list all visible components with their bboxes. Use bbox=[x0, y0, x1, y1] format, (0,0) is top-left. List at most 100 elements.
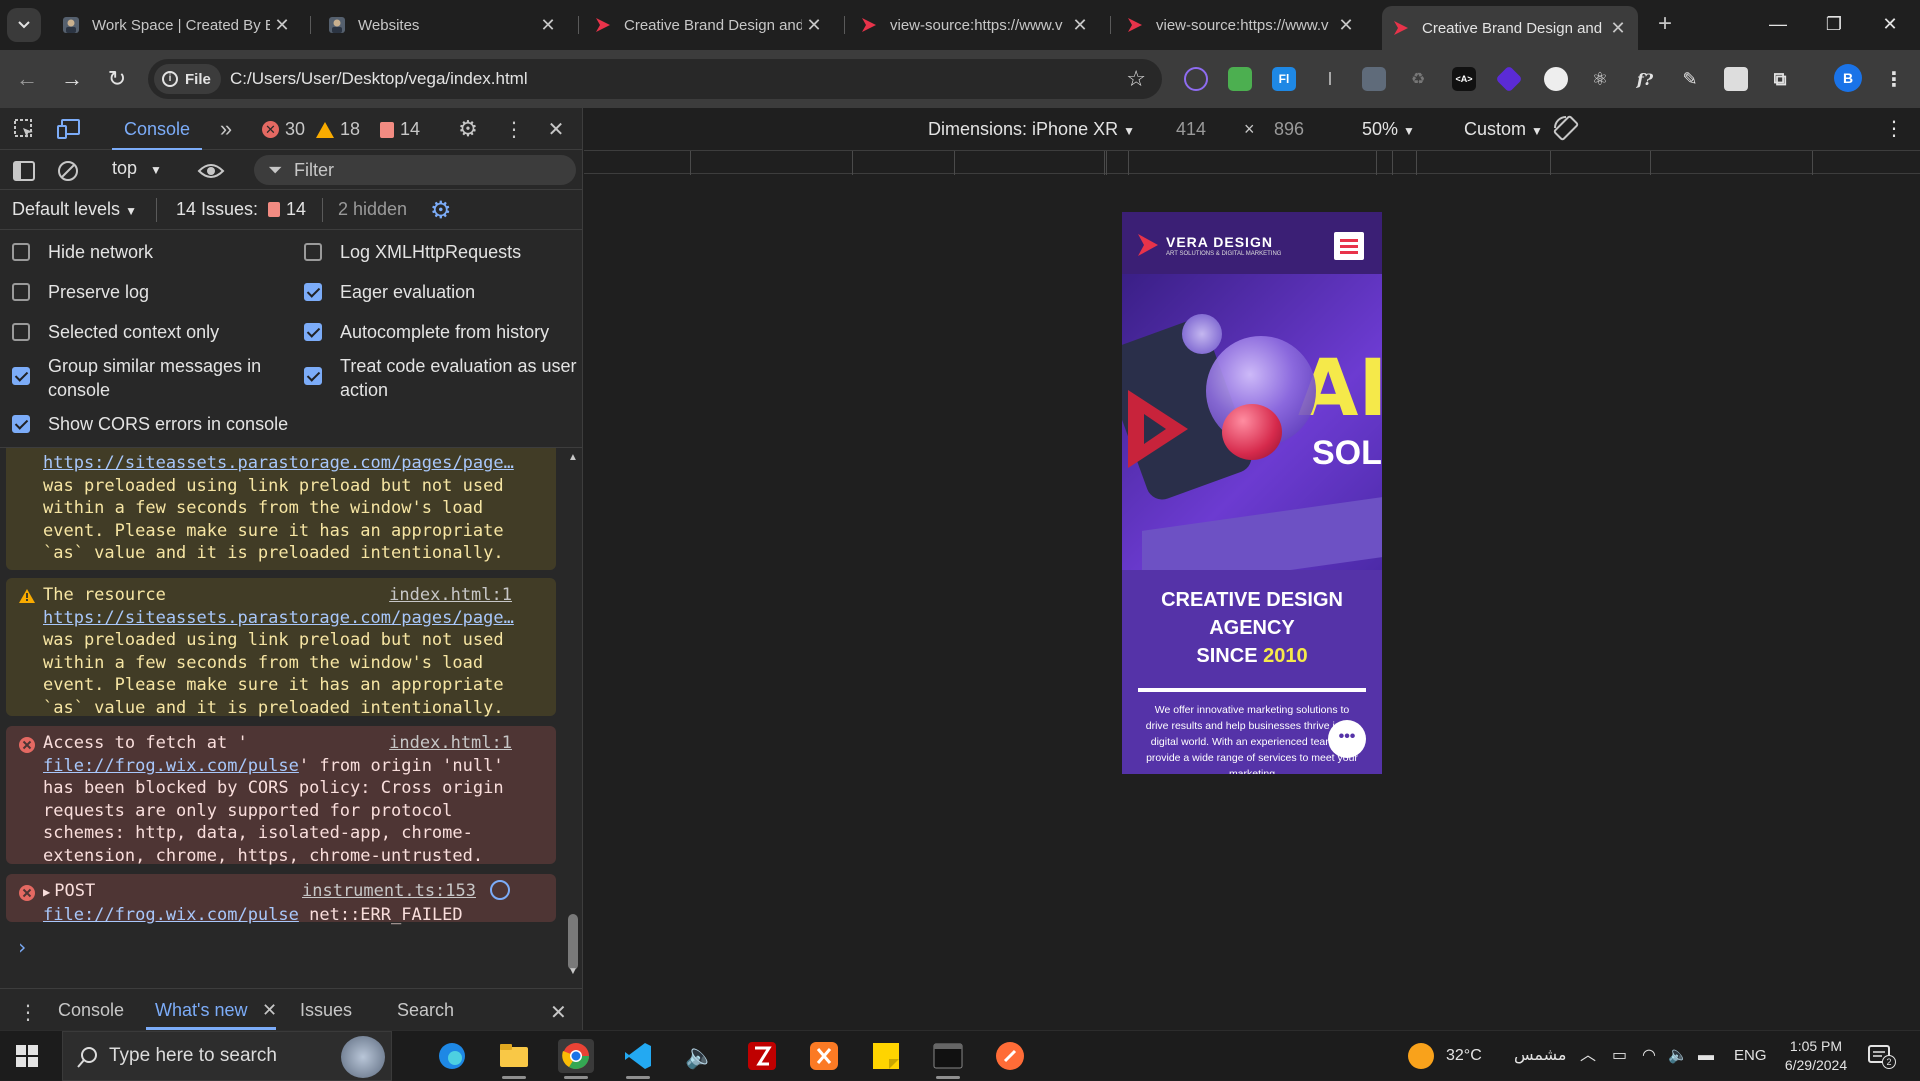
site-info-chip[interactable]: i File bbox=[154, 64, 221, 94]
setting-group-similar[interactable]: Group similar messages in console bbox=[0, 354, 268, 402]
extension-icon[interactable]: I bbox=[1318, 67, 1342, 91]
clear-console-icon[interactable] bbox=[56, 160, 80, 182]
error-count-badge[interactable]: ✕ 30 bbox=[262, 119, 305, 140]
battery-icon[interactable]: ▬ bbox=[1698, 1031, 1714, 1081]
filezilla-icon[interactable] bbox=[744, 1039, 780, 1073]
tab-close-icon[interactable]: ✕ bbox=[536, 15, 560, 36]
more-options-icon[interactable]: ⋮ bbox=[502, 118, 526, 141]
extensions-puzzle-icon[interactable]: ⧉ bbox=[1768, 67, 1792, 91]
expand-triangle-icon[interactable]: ▶ bbox=[43, 885, 50, 899]
vscode-icon[interactable] bbox=[620, 1039, 656, 1079]
close-window-button[interactable]: ✕ bbox=[1864, 8, 1916, 40]
tab-search-button[interactable] bbox=[7, 8, 41, 42]
sidebar-toggle-icon[interactable] bbox=[12, 160, 36, 182]
setting-autocomplete-history[interactable]: Autocomplete from history bbox=[292, 320, 582, 344]
forward-button[interactable]: → bbox=[55, 62, 89, 96]
hamburger-menu-button[interactable] bbox=[1334, 232, 1364, 260]
windows-start-icon[interactable] bbox=[16, 1045, 38, 1067]
more-menu-icon[interactable]: ⋮ bbox=[1882, 67, 1906, 91]
checkbox[interactable] bbox=[12, 243, 30, 261]
close-drawer-icon[interactable]: ✕ bbox=[550, 1000, 567, 1025]
weather-sun-icon[interactable] bbox=[1408, 1043, 1434, 1069]
checkbox-checked[interactable] bbox=[12, 367, 30, 385]
extension-icon[interactable]: Fl bbox=[1272, 67, 1296, 91]
console-prompt[interactable]: › bbox=[16, 936, 28, 959]
tab-console[interactable]: Console bbox=[112, 108, 203, 150]
clock[interactable]: 1:05 PM 6/29/2024 bbox=[1776, 1037, 1856, 1075]
extension-icon[interactable] bbox=[1362, 67, 1386, 91]
console-error-message[interactable]: ▶ POST instrument.ts:153 file://frog.wix.… bbox=[6, 874, 556, 925]
browser-tab[interactable]: view-source:https://www.v ✕ bbox=[850, 8, 1100, 42]
checkbox[interactable] bbox=[12, 323, 30, 341]
speaker-app-icon[interactable]: 🔈 bbox=[682, 1039, 718, 1073]
drawer-tab-close-icon[interactable]: ✕ bbox=[262, 1000, 277, 1021]
message-source-link[interactable]: index.html:1 bbox=[389, 584, 512, 607]
wifi-icon[interactable]: ◠ bbox=[1642, 1031, 1656, 1081]
new-tab-button[interactable]: + bbox=[1650, 10, 1680, 40]
tab-close-icon[interactable]: ✕ bbox=[270, 15, 294, 36]
minimize-button[interactable]: — bbox=[1752, 8, 1804, 40]
scrollbar-thumb[interactable] bbox=[568, 914, 578, 970]
tab-close-icon[interactable]: ✕ bbox=[802, 15, 826, 36]
live-expression-eye-icon[interactable] bbox=[196, 160, 226, 182]
browser-tab[interactable]: Creative Brand Design and ✕ bbox=[584, 8, 834, 42]
checkbox-checked[interactable] bbox=[12, 415, 30, 433]
device-toggle-icon[interactable] bbox=[57, 118, 81, 140]
taskbar-search-box[interactable]: Type here to search bbox=[62, 1031, 392, 1081]
height-input[interactable]: 896 bbox=[1274, 119, 1304, 140]
log-levels-dropdown[interactable]: Default levels ▼ bbox=[12, 199, 137, 220]
more-tabs-icon[interactable]: » bbox=[214, 116, 238, 141]
volume-icon[interactable]: 🔈 bbox=[1668, 1031, 1688, 1081]
setting-treat-code-eval[interactable]: Treat code evaluation as user action bbox=[292, 354, 580, 402]
filter-input[interactable]: ⏷ Filter bbox=[254, 155, 576, 185]
message-source-link[interactable]: instrument.ts:153 bbox=[302, 880, 476, 903]
setting-selected-context[interactable]: Selected context only bbox=[0, 320, 290, 344]
scroll-up-icon[interactable]: ▲ bbox=[568, 452, 578, 463]
file-explorer-icon[interactable] bbox=[496, 1039, 532, 1079]
settings-gear-icon[interactable]: ⚙ bbox=[456, 116, 480, 141]
checkbox[interactable] bbox=[12, 283, 30, 301]
xampp-icon[interactable] bbox=[806, 1039, 842, 1073]
chat-bubble-button[interactable]: ••• bbox=[1328, 720, 1366, 758]
sticky-notes-icon[interactable] bbox=[868, 1039, 904, 1073]
address-url[interactable]: C:/Users/User/Desktop/vega/index.html bbox=[230, 69, 528, 89]
rotate-icon[interactable] bbox=[1552, 114, 1580, 142]
context-selector[interactable]: top ▼ bbox=[112, 158, 162, 179]
weather-description[interactable]: مشمس bbox=[1514, 1031, 1567, 1081]
browser-tab[interactable]: Work Space | Created By Er ✕ bbox=[52, 8, 302, 42]
issues-count-badge[interactable]: 14 bbox=[380, 119, 420, 140]
console-scrollbar[interactable]: ▲ ▼ bbox=[566, 448, 580, 978]
close-devtools-icon[interactable]: ✕ bbox=[544, 118, 568, 141]
bookmark-star-icon[interactable]: ☆ bbox=[1126, 66, 1146, 92]
language-indicator[interactable]: ENG bbox=[1734, 1031, 1767, 1081]
width-input[interactable]: 414 bbox=[1176, 119, 1206, 140]
drawer-tab-search[interactable]: Search bbox=[397, 1000, 454, 1021]
tab-close-icon[interactable]: ✕ bbox=[1334, 15, 1358, 36]
console-warning-message[interactable]: The resource index.html:1 https://siteas… bbox=[6, 578, 556, 718]
resource-link[interactable]: https://siteassets.parastorage.com/pages… bbox=[43, 453, 514, 473]
browser-tab-active[interactable]: Creative Brand Design and ✕ bbox=[1382, 6, 1638, 50]
zoom-selector[interactable]: 50% ▼ bbox=[1362, 119, 1415, 140]
back-button[interactable]: ← bbox=[10, 62, 44, 96]
setting-show-cors-errors[interactable]: Show CORS errors in console bbox=[0, 412, 300, 436]
extension-icon[interactable] bbox=[1228, 67, 1252, 91]
checkbox-checked[interactable] bbox=[304, 323, 322, 341]
setting-hide-network[interactable]: Hide network bbox=[0, 240, 290, 264]
extension-icon[interactable]: f? bbox=[1633, 67, 1657, 91]
eyedropper-icon[interactable]: ✎ bbox=[1678, 67, 1702, 91]
postman-icon[interactable] bbox=[992, 1039, 1028, 1073]
console-settings-gear-icon[interactable]: ⚙ bbox=[430, 196, 452, 225]
drawer-menu-icon[interactable]: ⋮ bbox=[18, 1000, 38, 1025]
scroll-down-icon[interactable]: ▼ bbox=[568, 966, 578, 977]
device-selector[interactable]: Dimensions: iPhone XR ▼ bbox=[928, 119, 1135, 140]
weather-temp[interactable]: 32°C bbox=[1446, 1031, 1482, 1081]
tray-overflow-chevron-icon[interactable]: ︿ bbox=[1580, 1031, 1596, 1081]
device-more-options-icon[interactable]: ⋮ bbox=[1884, 116, 1904, 141]
setting-preserve-log[interactable]: Preserve log bbox=[0, 280, 290, 304]
notification-center-icon[interactable]: 2 bbox=[1868, 1045, 1896, 1069]
drawer-tab-whats-new[interactable]: What's new bbox=[155, 1000, 247, 1021]
meet-now-icon[interactable]: ▭ bbox=[1612, 1031, 1627, 1081]
setting-log-xhr[interactable]: Log XMLHttpRequests bbox=[292, 240, 582, 264]
omnibox[interactable]: i File C:/Users/User/Desktop/vega/index.… bbox=[148, 59, 1162, 99]
chrome-icon[interactable] bbox=[558, 1039, 594, 1079]
